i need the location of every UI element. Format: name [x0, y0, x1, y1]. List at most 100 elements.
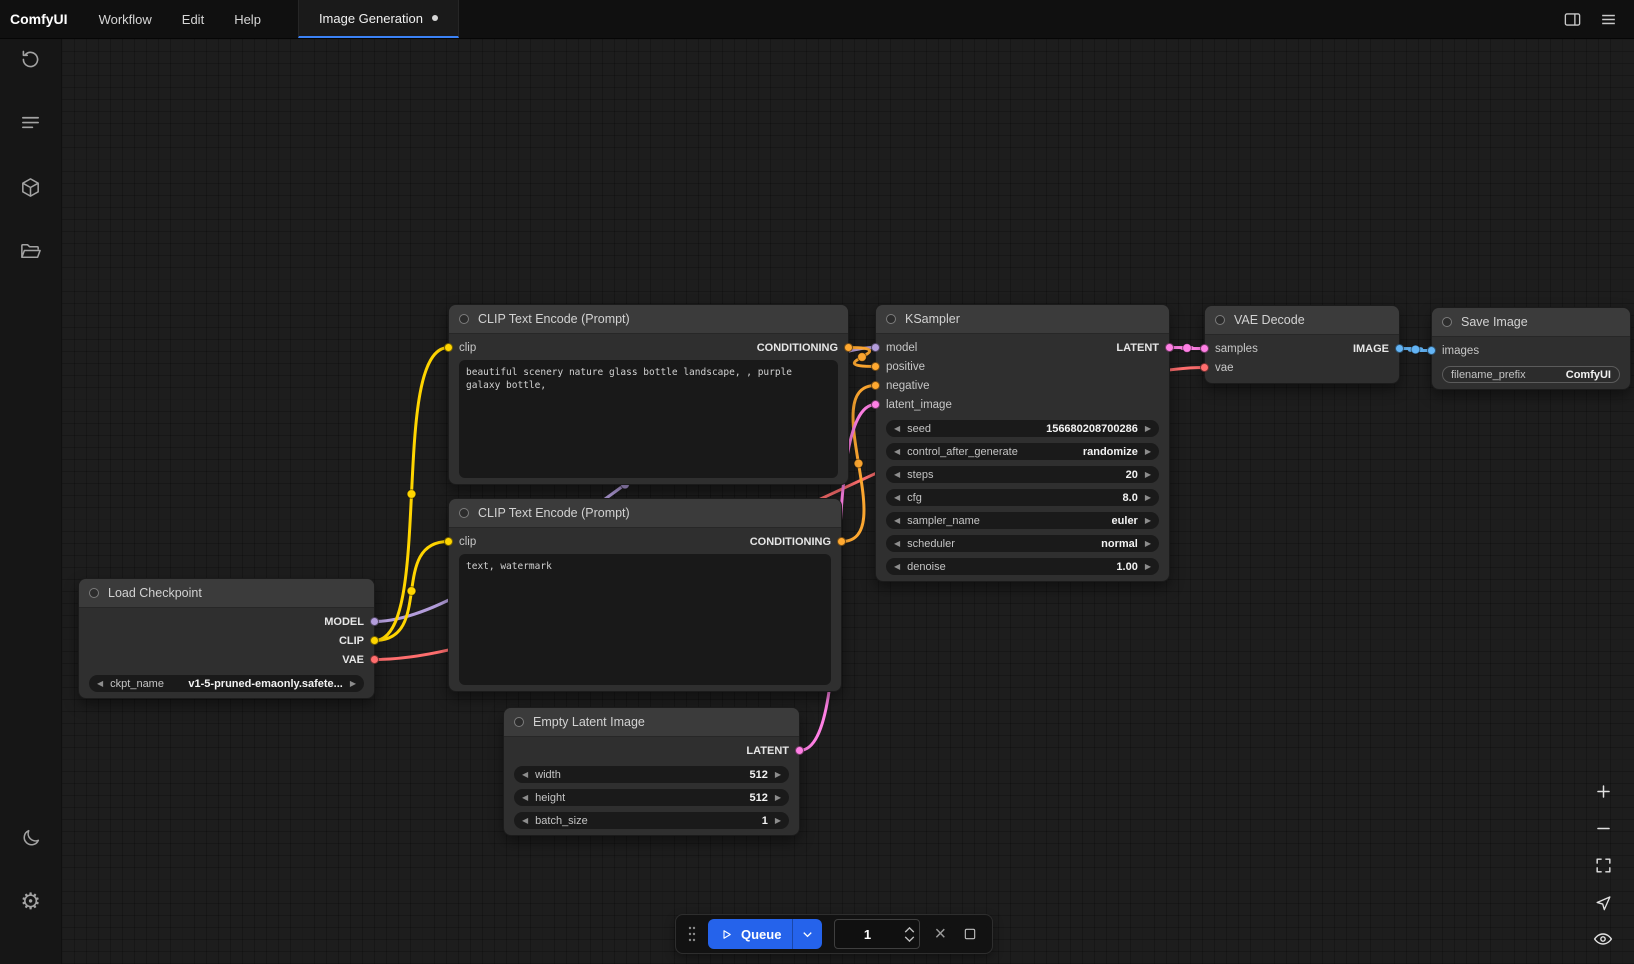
link-midpoint-dot[interactable] [407, 587, 416, 596]
theme-toggle-button[interactable] [11, 818, 51, 858]
widget-steps[interactable]: ◀steps20▶ [886, 466, 1159, 483]
link-midpoint-dot[interactable] [854, 459, 863, 468]
widget-seed[interactable]: ◀seed156680208700286▶ [886, 420, 1159, 437]
widget-width[interactable]: ◀width512▶ [514, 766, 789, 783]
decrement-arrow-icon[interactable]: ◀ [894, 425, 900, 433]
increment-arrow-icon[interactable]: ▶ [775, 817, 781, 825]
sidebar-item-queue[interactable] [11, 103, 51, 143]
output-slot-VAE[interactable] [370, 655, 379, 664]
widget-ckpt_name[interactable]: ◀ckpt_namev1-5-pruned-emaonly.safete...▶ [89, 675, 364, 692]
increment-arrow-icon[interactable]: ▶ [1145, 448, 1151, 456]
sidebar-item-models[interactable] [11, 167, 51, 207]
link-midpoint-dot[interactable] [1411, 345, 1420, 354]
input-slot-model[interactable] [871, 343, 880, 352]
fit-view-button[interactable] [1592, 854, 1614, 876]
widget-height[interactable]: ◀height512▶ [514, 789, 789, 806]
decrement-arrow-icon[interactable]: ◀ [894, 563, 900, 571]
toggle-panel-button[interactable] [1558, 5, 1586, 33]
input-slot-positive[interactable] [871, 362, 880, 371]
input-slot-clip[interactable] [444, 537, 453, 546]
output-slot-LATENT[interactable] [1165, 343, 1174, 352]
link-midpoint-dot[interactable] [407, 490, 416, 499]
increment-arrow-icon[interactable]: ▶ [1145, 425, 1151, 433]
spinner-down-icon[interactable] [904, 936, 915, 942]
widget-batch_size[interactable]: ◀batch_size1▶ [514, 812, 789, 829]
output-slot-CLIP[interactable] [370, 636, 379, 645]
collapse-toggle[interactable] [886, 314, 896, 324]
sidebar-item-history[interactable] [11, 39, 51, 79]
prompt-textarea[interactable]: text, watermark [459, 554, 831, 685]
queue-options-button[interactable] [792, 919, 822, 949]
node-empty_latent[interactable]: Empty Latent ImageLATENT◀width512▶◀heigh… [503, 707, 800, 836]
link-midpoint-dot[interactable] [1183, 344, 1192, 353]
node-title: VAE Decode [1234, 313, 1305, 327]
prompt-textarea[interactable]: beautiful scenery nature glass bottle la… [459, 360, 838, 478]
widget-scheduler[interactable]: ◀schedulernormal▶ [886, 535, 1159, 552]
widget-sampler_name[interactable]: ◀sampler_nameeuler▶ [886, 512, 1159, 529]
widget-denoise[interactable]: ◀denoise1.00▶ [886, 558, 1159, 575]
collapse-toggle[interactable] [89, 588, 99, 598]
widget-filename_prefix[interactable]: filename_prefixComfyUI [1442, 366, 1620, 383]
zoom-in-button[interactable] [1592, 780, 1614, 802]
output-slot-IMAGE[interactable] [1395, 344, 1404, 353]
clear-queue-button[interactable]: × [932, 924, 948, 944]
input-slot-vae[interactable] [1200, 363, 1209, 372]
decrement-arrow-icon[interactable]: ◀ [894, 471, 900, 479]
increment-arrow-icon[interactable]: ▶ [1145, 471, 1151, 479]
output-slot-CONDITIONING[interactable] [844, 343, 853, 352]
decrement-arrow-icon[interactable]: ◀ [894, 517, 900, 525]
increment-arrow-icon[interactable]: ▶ [1145, 540, 1151, 548]
node-canvas[interactable]: Queue 1 × [62, 39, 1634, 964]
node-load_checkpoint[interactable]: Load CheckpointMODELCLIPVAE◀ckpt_namev1-… [78, 578, 375, 699]
toolbar-drag-handle[interactable] [688, 925, 696, 943]
stop-button[interactable] [960, 926, 980, 942]
output-slot-LATENT[interactable] [795, 746, 804, 755]
collapse-toggle[interactable] [459, 314, 469, 324]
zoom-out-button[interactable] [1592, 817, 1614, 839]
node-save_image[interactable]: Save Imageimagesfilename_prefixComfyUI [1431, 307, 1631, 390]
tab-image-generation[interactable]: Image Generation [298, 0, 459, 38]
settings-button[interactable]: ⚙ [11, 882, 51, 922]
widget-cfg[interactable]: ◀cfg8.0▶ [886, 489, 1159, 506]
increment-arrow-icon[interactable]: ▶ [1145, 494, 1151, 502]
increment-arrow-icon[interactable]: ▶ [1145, 563, 1151, 571]
toggle-link-visibility-button[interactable] [1592, 928, 1614, 950]
collapse-toggle[interactable] [459, 508, 469, 518]
widget-control_after_generate[interactable]: ◀control_after_generaterandomize▶ [886, 443, 1159, 460]
increment-arrow-icon[interactable]: ▶ [775, 771, 781, 779]
decrement-arrow-icon[interactable]: ◀ [894, 448, 900, 456]
collapse-toggle[interactable] [1442, 317, 1452, 327]
queue-button[interactable]: Queue [708, 919, 792, 949]
spinner-up-icon[interactable] [904, 927, 915, 933]
input-slot-clip[interactable] [444, 343, 453, 352]
menu-edit[interactable]: Edit [167, 0, 219, 38]
menu-workflow[interactable]: Workflow [84, 0, 167, 38]
select-mode-button[interactable] [1592, 891, 1614, 913]
decrement-arrow-icon[interactable]: ◀ [522, 817, 528, 825]
link-midpoint-dot[interactable] [858, 353, 867, 362]
main-menu-button[interactable] [1594, 5, 1622, 33]
node-clip_neg[interactable]: CLIP Text Encode (Prompt)clipCONDITIONIN… [448, 498, 842, 692]
input-slot-samples[interactable] [1200, 344, 1209, 353]
input-slot-latent_image[interactable] [871, 400, 880, 409]
batch-count-spinner[interactable]: 1 [834, 919, 920, 949]
node-ksampler[interactable]: KSamplermodelLATENTpositivenegativelaten… [875, 304, 1170, 582]
input-slot-negative[interactable] [871, 381, 880, 390]
collapse-toggle[interactable] [514, 717, 524, 727]
decrement-arrow-icon[interactable]: ◀ [522, 794, 528, 802]
node-clip_pos[interactable]: CLIP Text Encode (Prompt)clipCONDITIONIN… [448, 304, 849, 485]
sidebar-item-workflows[interactable] [11, 231, 51, 271]
input-slot-images[interactable] [1427, 346, 1436, 355]
increment-arrow-icon[interactable]: ▶ [775, 794, 781, 802]
increment-arrow-icon[interactable]: ▶ [350, 680, 356, 688]
collapse-toggle[interactable] [1215, 315, 1225, 325]
output-slot-MODEL[interactable] [370, 617, 379, 626]
decrement-arrow-icon[interactable]: ◀ [894, 540, 900, 548]
output-slot-CONDITIONING[interactable] [837, 537, 846, 546]
decrement-arrow-icon[interactable]: ◀ [97, 680, 103, 688]
node-vae_decode[interactable]: VAE DecodesamplesIMAGEvae [1204, 305, 1400, 384]
increment-arrow-icon[interactable]: ▶ [1145, 517, 1151, 525]
menu-help[interactable]: Help [219, 0, 276, 38]
decrement-arrow-icon[interactable]: ◀ [894, 494, 900, 502]
decrement-arrow-icon[interactable]: ◀ [522, 771, 528, 779]
